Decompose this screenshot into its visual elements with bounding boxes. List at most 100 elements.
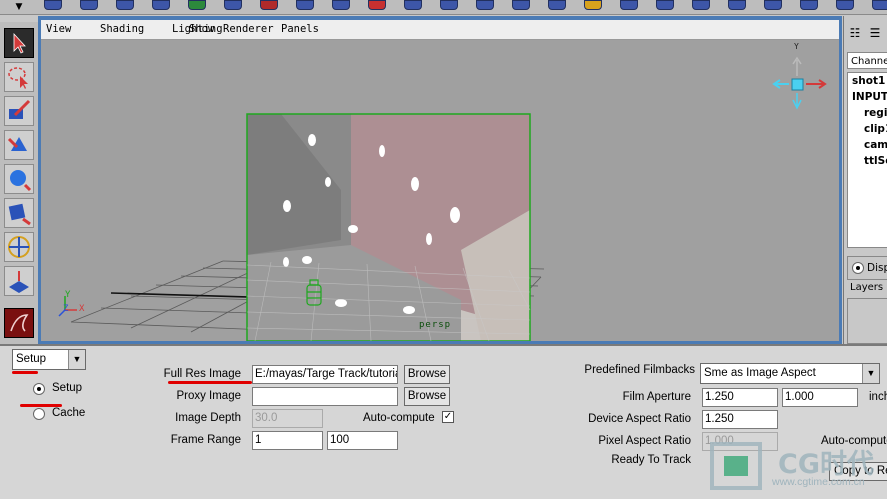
view-cube-y-label: Y bbox=[794, 42, 799, 51]
axis-label-y: Y bbox=[65, 290, 71, 300]
ready-to-track-label: Ready To Track bbox=[611, 454, 691, 466]
full-res-image-label: Full Res Image bbox=[163, 368, 241, 380]
image-plane bbox=[246, 113, 531, 341]
setup-radio[interactable] bbox=[33, 383, 45, 395]
film-aperture-unit: inch bbox=[869, 391, 887, 403]
full-res-browse-button[interactable]: Browse bbox=[404, 365, 450, 384]
predefined-filmbacks-label: Predefined Filmbacks bbox=[584, 364, 695, 376]
viewport-menu-view[interactable]: View bbox=[46, 23, 71, 35]
watermark-logo-icon bbox=[710, 442, 762, 490]
maya-logo-icon[interactable] bbox=[4, 308, 34, 338]
channel-box-layout-icon[interactable]: ☰ bbox=[868, 26, 882, 40]
display-layer-option[interactable]: Disp bbox=[847, 256, 887, 280]
watermark: CG时代 www.cgtime.com.cn bbox=[706, 440, 887, 497]
viewport-menu-bar: View Shading Lighting Show Renderer Pane… bbox=[41, 20, 839, 40]
shelf-tool-icon[interactable] bbox=[368, 0, 386, 10]
shelf-tool-icon[interactable] bbox=[116, 0, 134, 10]
channel-box-header[interactable]: Channe bbox=[847, 52, 887, 69]
cache-radio[interactable] bbox=[33, 408, 45, 420]
channel-box-list-icon[interactable]: ☷ bbox=[848, 26, 862, 40]
full-res-image-field[interactable]: E:/mayas/Targe Track/tutoria bbox=[252, 365, 398, 384]
camera-name-label: persp bbox=[419, 320, 452, 330]
shelf-tool-icon[interactable] bbox=[476, 0, 494, 10]
shelf-tool-icon[interactable] bbox=[80, 0, 98, 10]
soft-modify-tool-icon[interactable] bbox=[4, 266, 34, 296]
shelf-tool-icon[interactable] bbox=[692, 0, 710, 10]
shelf-tool-icon[interactable] bbox=[512, 0, 530, 10]
channel-box-item-registration[interactable]: regis bbox=[848, 105, 887, 121]
filmback-dropdown-value: Sme as Image Aspect bbox=[704, 367, 816, 379]
channel-box-item-inputs[interactable]: INPUT bbox=[848, 89, 887, 105]
rotate-tool-icon[interactable] bbox=[4, 164, 34, 194]
shelf-tool-icon[interactable] bbox=[800, 0, 818, 10]
shelf-tool-icon[interactable] bbox=[656, 0, 674, 10]
shelf-tool-icon[interactable] bbox=[872, 0, 887, 10]
channel-box-list: shot1 INPUT regis clip1 cam ttlSc bbox=[847, 72, 887, 248]
axis-label-x: X bbox=[79, 304, 85, 314]
image-depth-label: Image Depth bbox=[175, 412, 241, 424]
shelf-menu-arrow-icon[interactable]: ▼ bbox=[10, 1, 28, 13]
viewport-menu-shading[interactable]: Shading bbox=[100, 23, 144, 35]
device-aspect-ratio-field[interactable]: 1.250 bbox=[702, 410, 778, 429]
film-aperture-width-field[interactable]: 1.250 bbox=[702, 388, 778, 407]
shelf-tool-icon[interactable] bbox=[296, 0, 314, 10]
frame-range-end-field[interactable]: 100 bbox=[327, 431, 398, 450]
image-depth-field: 30.0 bbox=[252, 409, 323, 428]
mode-dropdown[interactable]: Setup ▼ bbox=[12, 349, 86, 370]
view-cube-icon[interactable] bbox=[772, 56, 827, 110]
shelf-tool-icon[interactable] bbox=[332, 0, 350, 10]
shelf-tool-icon[interactable] bbox=[764, 0, 782, 10]
tool-box bbox=[0, 22, 38, 344]
frame-range-label: Frame Range bbox=[170, 434, 241, 446]
proxy-image-label: Proxy Image bbox=[176, 390, 241, 402]
shelf-tool-icon[interactable] bbox=[260, 0, 278, 10]
filmback-dropdown[interactable]: Sme as Image Aspect ▼ bbox=[700, 363, 880, 384]
cache-radio-label: Cache bbox=[52, 407, 86, 419]
shelf-tool-icon[interactable] bbox=[620, 0, 638, 10]
viewport-menu-panels[interactable]: Panels bbox=[281, 23, 319, 35]
film-aperture-height-field[interactable]: 1.000 bbox=[782, 388, 858, 407]
display-radio[interactable] bbox=[852, 262, 864, 274]
paint-select-tool-icon[interactable] bbox=[4, 96, 34, 126]
channel-box-item-shot[interactable]: shot1 bbox=[848, 73, 887, 89]
select-tool-icon[interactable] bbox=[4, 28, 34, 58]
channel-box-item-clip[interactable]: clip1 bbox=[848, 121, 887, 137]
chevron-down-icon[interactable]: ▼ bbox=[862, 364, 879, 383]
channel-box-item-camera[interactable]: cam bbox=[848, 137, 887, 153]
shelf-tool-icon[interactable] bbox=[440, 0, 458, 10]
universal-manipulator-icon[interactable] bbox=[4, 232, 34, 262]
pixel-aspect-ratio-label: Pixel Aspect Ratio bbox=[598, 435, 691, 447]
auto-compute-checkbox[interactable]: ✓ bbox=[442, 411, 454, 423]
viewport-menu-show[interactable]: Show bbox=[189, 23, 214, 35]
chevron-down-icon[interactable]: ▼ bbox=[68, 350, 85, 369]
move-tool-icon[interactable] bbox=[4, 130, 34, 160]
auto-compute-label: Auto-compute bbox=[363, 412, 435, 424]
highlight-underline bbox=[12, 371, 38, 374]
shelf-bar: ▼ bbox=[0, 0, 887, 15]
proxy-browse-button[interactable]: Browse bbox=[404, 387, 450, 406]
axis-label-z: Z bbox=[63, 304, 69, 314]
setup-radio-label: Setup bbox=[52, 382, 83, 394]
layers-menu[interactable]: Layers bbox=[847, 280, 887, 296]
shelf-tool-icon[interactable] bbox=[188, 0, 206, 10]
mode-dropdown-value: Setup bbox=[16, 353, 47, 365]
shelf-tool-icon[interactable] bbox=[44, 0, 62, 10]
watermark-url: www.cgtime.com.cn bbox=[772, 476, 865, 488]
lasso-tool-icon[interactable] bbox=[4, 62, 34, 92]
layer-editor-area bbox=[847, 298, 887, 344]
shelf-tool-icon[interactable] bbox=[404, 0, 422, 10]
frame-range-start-field[interactable]: 1 bbox=[252, 431, 323, 450]
shelf-tool-icon[interactable] bbox=[584, 0, 602, 10]
shelf-tool-icon[interactable] bbox=[152, 0, 170, 10]
shelf-tool-icon[interactable] bbox=[728, 0, 746, 10]
highlight-underline bbox=[168, 381, 252, 384]
viewport-menu-renderer[interactable]: Renderer bbox=[223, 23, 274, 35]
film-aperture-label: Film Aperture bbox=[622, 391, 691, 403]
shelf-tool-icon[interactable] bbox=[548, 0, 566, 10]
proxy-image-field[interactable] bbox=[252, 387, 398, 406]
scale-tool-icon[interactable] bbox=[4, 198, 34, 228]
perspective-viewport[interactable]: Y Z X Y persp bbox=[41, 40, 839, 341]
channel-box-item-ttlscale[interactable]: ttlSc bbox=[848, 153, 887, 169]
shelf-tool-icon[interactable] bbox=[836, 0, 854, 10]
shelf-tool-icon[interactable] bbox=[224, 0, 242, 10]
